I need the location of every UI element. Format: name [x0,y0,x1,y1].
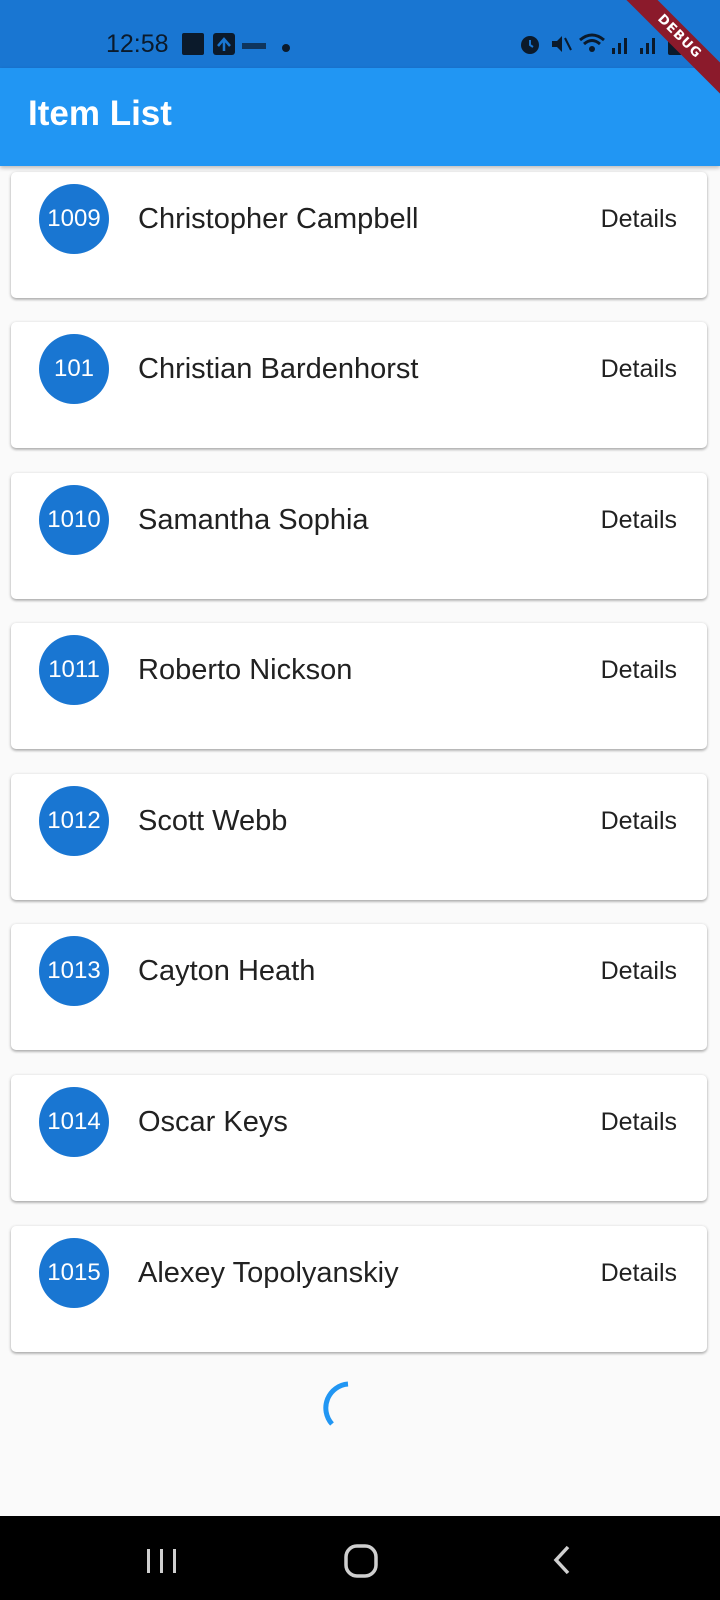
item-name: Oscar Keys [138,1106,288,1138]
list-item[interactable]: 1015 Alexey Topolyanskiy Details [11,1226,707,1352]
details-button[interactable]: Details [601,1108,677,1137]
item-id-avatar: 1014 [39,1087,109,1157]
details-button[interactable]: Details [601,1259,677,1288]
upload-icon [213,33,235,60]
item-name: Cayton Heath [138,955,316,987]
app-bar: Item List [0,68,720,166]
item-id-avatar: 1013 [39,936,109,1006]
list-item[interactable]: 1010 Samantha Sophia Details [11,473,707,599]
alarm-icon [518,32,542,61]
item-name: Samantha Sophia [138,504,369,536]
item-id-avatar: 101 [39,334,109,404]
item-name: Roberto Nickson [138,654,353,686]
item-name: Christian Bardenhorst [138,353,419,385]
loading-spinner-icon [318,1378,378,1438]
status-bar: 12:58 [0,0,720,68]
system-nav-bar [0,1516,720,1600]
status-time: 12:58 [106,30,169,58]
square-notification-icon [182,33,204,60]
home-icon[interactable] [342,1540,382,1580]
item-id-avatar: 1011 [39,635,109,705]
back-icon[interactable] [544,1540,584,1580]
list-item[interactable]: 1011 Roberto Nickson Details [11,623,707,749]
list-item[interactable]: 101 Christian Bardenhorst Details [11,322,707,448]
details-button[interactable]: Details [601,957,677,986]
signal-icon [610,32,632,61]
details-button[interactable]: Details [601,355,677,384]
item-id-avatar: 1009 [39,184,109,254]
details-button[interactable]: Details [601,205,677,234]
dot-icon [282,39,290,57]
item-name: Scott Webb [138,805,288,837]
mute-icon [549,32,573,61]
item-id-avatar: 1012 [39,786,109,856]
details-button[interactable]: Details [601,807,677,836]
wifi-icon [578,31,606,60]
item-id-avatar: 1010 [39,485,109,555]
item-id-avatar: 1015 [39,1238,109,1308]
recent-apps-icon[interactable] [142,1540,182,1580]
app-icon [242,38,266,56]
list-item[interactable]: 1012 Scott Webb Details [11,774,707,900]
list-item[interactable]: 1009 Christopher Campbell Details [11,172,707,298]
signal-icon [638,32,660,61]
list-item[interactable]: 1014 Oscar Keys Details [11,1075,707,1201]
item-name: Christopher Campbell [138,203,419,235]
details-button[interactable]: Details [601,506,677,535]
item-name: Alexey Topolyanskiy [138,1257,399,1289]
details-button[interactable]: Details [601,656,677,685]
list-item[interactable]: 1013 Cayton Heath Details [11,924,707,1050]
page-title: Item List [28,94,172,133]
